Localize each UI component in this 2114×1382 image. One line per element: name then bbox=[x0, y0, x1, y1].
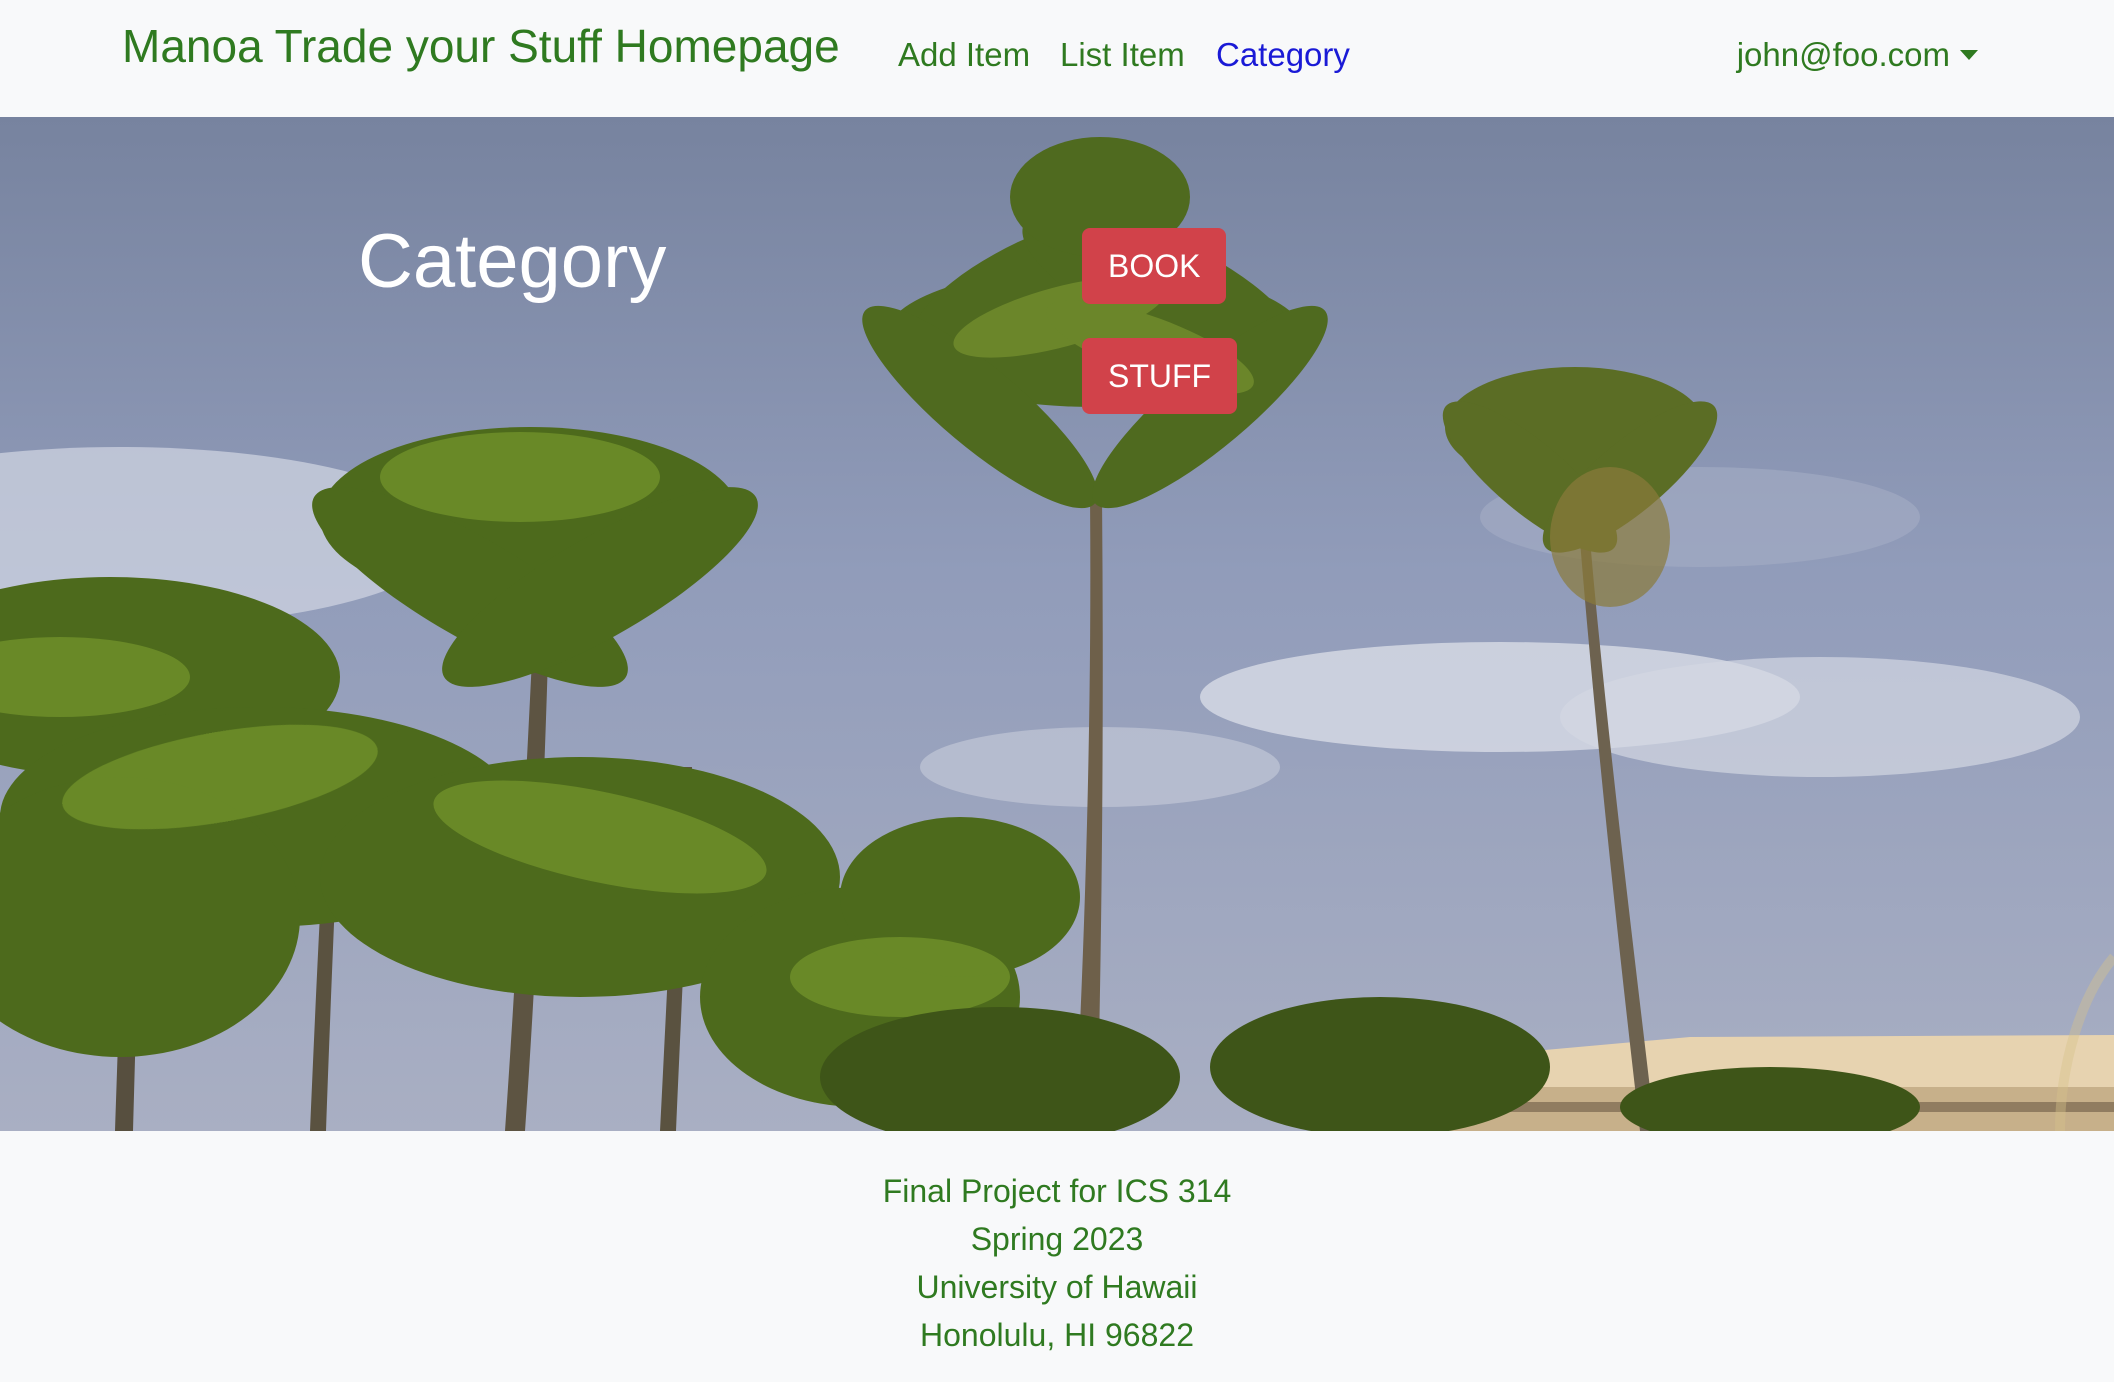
navbar: Manoa Trade your Stuff Homepage Add Item… bbox=[0, 0, 2114, 117]
user-email: john@foo.com bbox=[1736, 36, 1950, 73]
footer-line-address: Honolulu, HI 96822 bbox=[920, 1317, 1194, 1353]
hero-section: Category BOOK STUFF bbox=[0, 117, 2114, 1131]
footer-line-project: Final Project for ICS 314 bbox=[882, 1173, 1232, 1209]
category-stuff-button[interactable]: STUFF bbox=[1082, 338, 1238, 414]
footer: Final Project for ICS 314 Spring 2023 Un… bbox=[0, 1131, 2114, 1382]
nav-category[interactable]: Category bbox=[1216, 34, 1350, 76]
nav-list-item[interactable]: List Item bbox=[1060, 34, 1185, 76]
user-dropdown[interactable]: john@foo.com bbox=[1737, 34, 1978, 76]
palm-trees-background bbox=[0, 117, 2114, 1131]
footer-line-university: University of Hawaii bbox=[916, 1269, 1198, 1305]
page-title: Category bbox=[358, 219, 667, 304]
caret-down-icon bbox=[1960, 50, 1978, 60]
footer-line-term: Spring 2023 bbox=[970, 1221, 1144, 1257]
footer-text: Final Project for ICS 314 Spring 2023 Un… bbox=[0, 1167, 2114, 1359]
nav-add-item[interactable]: Add Item bbox=[898, 34, 1030, 76]
brand-link[interactable]: Manoa Trade your Stuff Homepage bbox=[122, 16, 840, 76]
category-book-button[interactable]: BOOK bbox=[1082, 228, 1227, 304]
